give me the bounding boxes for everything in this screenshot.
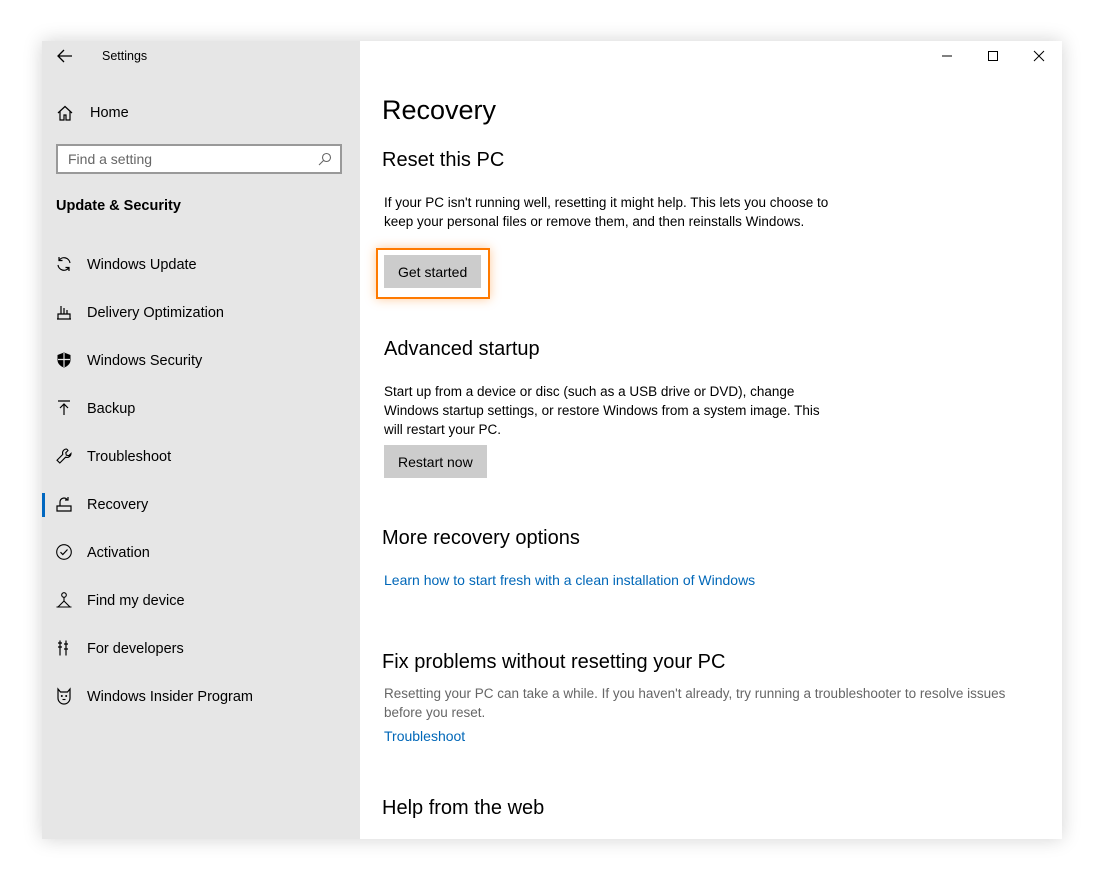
developer-tools-icon — [58, 640, 68, 656]
fix-problems-description: Resetting your PC can take a while. If y… — [384, 686, 1006, 720]
recovery-icon — [56, 497, 72, 512]
title-bar: Settings — [42, 41, 360, 71]
home-icon — [57, 105, 73, 121]
main-content: Recovery Reset this PC If your PC isn't … — [360, 41, 1062, 839]
sidebar-item-label: For developers — [87, 641, 184, 657]
minimize-button[interactable] — [924, 41, 970, 71]
advanced-startup-description: Start up from a device or disc (such as … — [384, 384, 820, 437]
sidebar-item-for-developers[interactable]: For developers — [42, 625, 360, 673]
clean-install-link[interactable]: Learn how to start fresh with a clean in… — [384, 572, 755, 588]
restart-now-button[interactable]: Restart now — [384, 445, 487, 478]
close-button[interactable] — [1016, 41, 1062, 71]
sidebar-item-delivery-optimization[interactable]: Delivery Optimization — [42, 289, 360, 337]
wrench-icon — [56, 448, 72, 464]
sidebar-item-troubleshoot[interactable]: Troubleshoot — [42, 433, 360, 481]
home-link[interactable]: Home — [56, 103, 129, 123]
backup-arrow-icon — [58, 400, 70, 415]
window-controls — [924, 41, 1062, 71]
reset-heading: Reset this PC — [382, 149, 505, 171]
sidebar-item-recovery[interactable]: Recovery — [42, 481, 360, 529]
sidebar-nav: Windows Update Delivery Optimization Win… — [42, 241, 360, 721]
troubleshoot-link[interactable]: Troubleshoot — [384, 728, 465, 744]
home-label: Home — [90, 105, 129, 121]
advanced-startup-heading: Advanced startup — [384, 338, 540, 360]
search-icon[interactable] — [318, 152, 332, 166]
fix-problems-heading: Fix problems without resetting your PC — [382, 651, 726, 673]
page-title: Recovery — [382, 95, 497, 125]
sidebar: Settings Home Update & Security Windows … — [42, 41, 360, 839]
sidebar-item-find-my-device[interactable]: Find my device — [42, 577, 360, 625]
back-arrow-icon[interactable] — [56, 47, 74, 65]
reset-description: If your PC isn't running well, resetting… — [384, 195, 829, 229]
sidebar-item-backup[interactable]: Backup — [42, 385, 360, 433]
sidebar-item-windows-insider[interactable]: Windows Insider Program — [42, 673, 360, 721]
sidebar-item-label: Delivery Optimization — [87, 305, 224, 321]
minimize-icon — [942, 55, 952, 57]
app-title: Settings — [102, 49, 148, 63]
search-box — [56, 144, 342, 174]
sidebar-item-label: Backup — [87, 401, 136, 417]
sidebar-item-label: Windows Update — [87, 257, 197, 273]
maximize-button[interactable] — [970, 41, 1016, 71]
refresh-icon — [57, 257, 71, 271]
search-input[interactable] — [58, 146, 318, 172]
sidebar-item-label: Activation — [87, 545, 150, 561]
sidebar-item-windows-update[interactable]: Windows Update — [42, 241, 360, 289]
more-recovery-heading: More recovery options — [382, 527, 580, 549]
sidebar-item-label: Windows Security — [87, 353, 203, 369]
close-icon — [1033, 50, 1045, 62]
section-label: Update & Security — [56, 198, 181, 214]
help-from-web-heading: Help from the web — [382, 797, 545, 819]
sidebar-item-windows-security[interactable]: Windows Security — [42, 337, 360, 385]
sidebar-item-activation[interactable]: Activation — [42, 529, 360, 577]
shield-icon — [57, 352, 71, 368]
get-started-button[interactable]: Get started — [384, 255, 482, 288]
delivery-optimization-icon — [57, 306, 71, 320]
find-device-icon — [56, 592, 72, 608]
settings-window: Settings Home Update & Security Windows … — [42, 41, 1062, 839]
maximize-icon — [988, 51, 998, 61]
sidebar-item-label: Troubleshoot — [87, 449, 172, 465]
sidebar-item-label: Find my device — [87, 593, 185, 609]
sidebar-item-label: Windows Insider Program — [87, 689, 253, 705]
check-circle-icon — [56, 544, 72, 560]
sidebar-item-label: Recovery — [87, 497, 149, 513]
insider-cat-icon — [57, 687, 71, 705]
